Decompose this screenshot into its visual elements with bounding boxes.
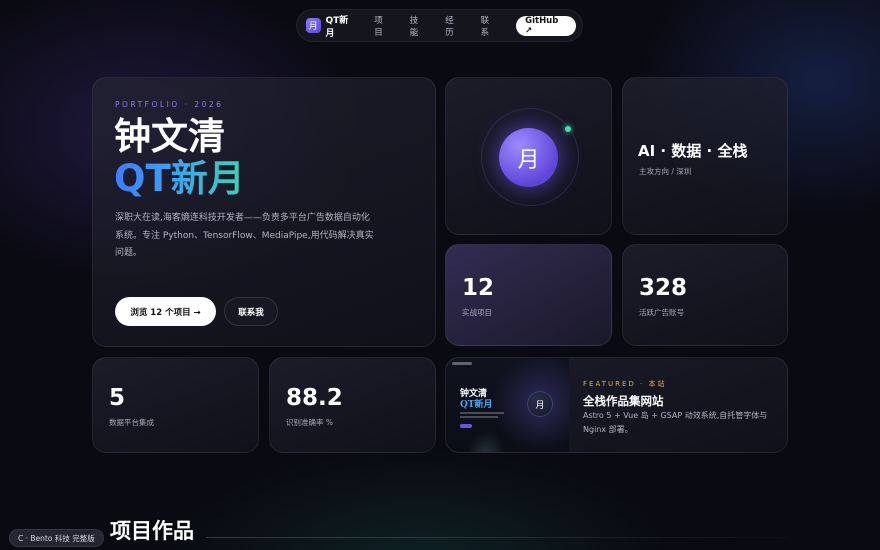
nav-link-contact[interactable]: 联系 [481,14,497,38]
featured-thumbnail: 钟文清 QT新月 月 [446,358,569,452]
platforms-stat-card: 5 数据平台集成 [92,357,259,453]
projects-stat-card: 12 实战项目 [445,244,612,346]
featured-eyebrow: FEATURED · 本站 [583,380,667,388]
featured-description: Astro 5 + Vue 岛 + GSAP 动效系统,自托管字体与 Nginx… [583,411,768,434]
projects-label: 实战项目 [462,308,492,317]
avatar: 月 [499,128,558,187]
online-status-dot [565,126,571,132]
focus-card: AI · 数据 · 全栈 主攻方向 / 深圳 [622,77,788,235]
accounts-count: 328 [639,275,688,301]
nav-link-skills[interactable]: 技能 [410,14,426,38]
accounts-label: 活跃广告账号 [639,308,684,317]
top-nav: 月 QT新月 项目 技能 经历 联系 GitHub ↗ [296,9,583,42]
featured-title: 全栈作品集网站 [583,394,664,408]
platforms-count: 5 [109,385,126,411]
accounts-stat-card: 328 活跃广告账号 [622,244,788,346]
accuracy-value: 88.2 [286,385,343,411]
avatar-card: 月 [445,77,612,235]
version-badge[interactable]: C · Bento 科技 完整版 [9,529,104,547]
platforms-label: 数据平台集成 [109,418,154,427]
hero-card: PORTFOLIO · 2026 钟文清 QT新月 深职大在读,海客熵连科技开发… [92,77,436,347]
thumb-button [460,424,472,428]
thumb-text-line [460,416,498,418]
focus-title: AI · 数据 · 全栈 [638,142,748,160]
hero-name: 钟文清 [114,115,225,158]
thumb-decoration [466,430,506,452]
section-title: 项目作品 [110,519,194,543]
featured-project-card[interactable]: 钟文清 QT新月 月 FEATURED · 本站 全栈作品集网站 Astro 5… [445,357,788,453]
accuracy-label: 识别准确率 % [286,418,334,427]
focus-subtitle: 主攻方向 / 深圳 [639,167,692,176]
nav-link-experience[interactable]: 经历 [445,14,461,38]
thumb-avatar: 月 [527,391,553,417]
logo-icon[interactable]: 月 [306,18,321,33]
accuracy-stat-card: 88.2 识别准确率 % [269,357,436,453]
thumb-alias: QT新月 [460,400,493,410]
browse-projects-button[interactable]: 浏览 12 个项目 → [115,297,216,326]
section-divider [206,537,788,538]
thumb-nav-bar [452,362,472,365]
nav-link-projects[interactable]: 项目 [374,14,390,38]
github-button[interactable]: GitHub ↗ [516,15,576,36]
contact-me-button[interactable]: 联系我 [224,297,278,326]
hero-alias: QT新月 [114,157,245,200]
hero-eyebrow: PORTFOLIO · 2026 [115,100,224,109]
projects-count: 12 [462,275,495,301]
brand-name[interactable]: QT新月 [326,13,357,39]
hero-description: 深职大在读,海客熵连科技开发者——负责多平台广告数据自动化系统。专注 Pytho… [115,213,374,258]
thumb-text-line [460,412,504,414]
